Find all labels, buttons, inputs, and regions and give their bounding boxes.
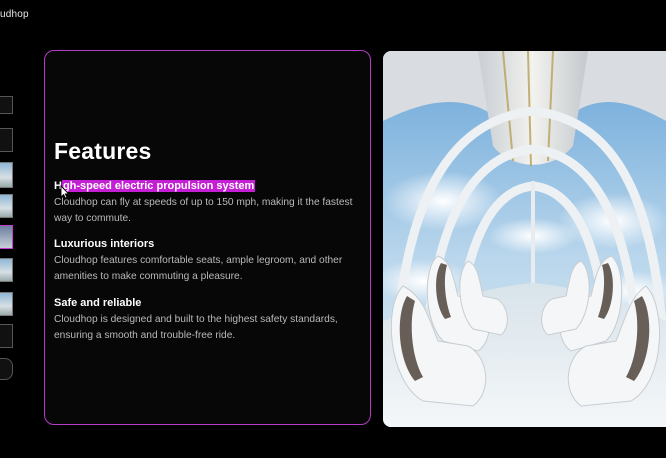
selected-text-highlight[interactable]: gh-speed electric propulsion system xyxy=(61,180,256,192)
slide-thumbnail[interactable] xyxy=(0,358,13,380)
feature-description: Cloudhop features comfortable seats, amp… xyxy=(54,255,343,282)
feature-item: Safe and reliable Cloudhop is designed a… xyxy=(54,296,359,343)
slide-title: Features xyxy=(54,138,152,164)
cabin-interior-image xyxy=(383,51,666,427)
feature-item: Luxurious interiors Cloudhop features co… xyxy=(54,237,359,284)
slide-thumbnail-active[interactable] xyxy=(0,225,13,249)
feature-heading: Luxurious interiors xyxy=(54,238,155,250)
feature-item: Hgh-speed electric propulsion system Clo… xyxy=(54,179,359,226)
feature-description: Cloudhop can fly at speeds of up to 150 … xyxy=(54,197,353,224)
slide-thumbnail[interactable] xyxy=(0,292,13,316)
slide-thumbnail[interactable] xyxy=(0,162,13,188)
slide-thumbnail[interactable] xyxy=(0,258,13,282)
slide-thumbnail[interactable] xyxy=(0,324,13,348)
feature-heading[interactable]: Hgh-speed electric propulsion system xyxy=(54,179,359,193)
slide-thumbnail[interactable] xyxy=(0,194,13,218)
feature-description: Cloudhop is designed and built to the hi… xyxy=(54,314,338,341)
cabin-interior-illustration xyxy=(383,51,666,427)
app-title: udhop xyxy=(0,9,29,20)
feature-heading: Safe and reliable xyxy=(54,297,142,309)
pointer-cursor-icon xyxy=(60,185,70,199)
slide-thumbnail[interactable] xyxy=(0,128,13,152)
slide-thumbnail[interactable] xyxy=(0,96,13,114)
